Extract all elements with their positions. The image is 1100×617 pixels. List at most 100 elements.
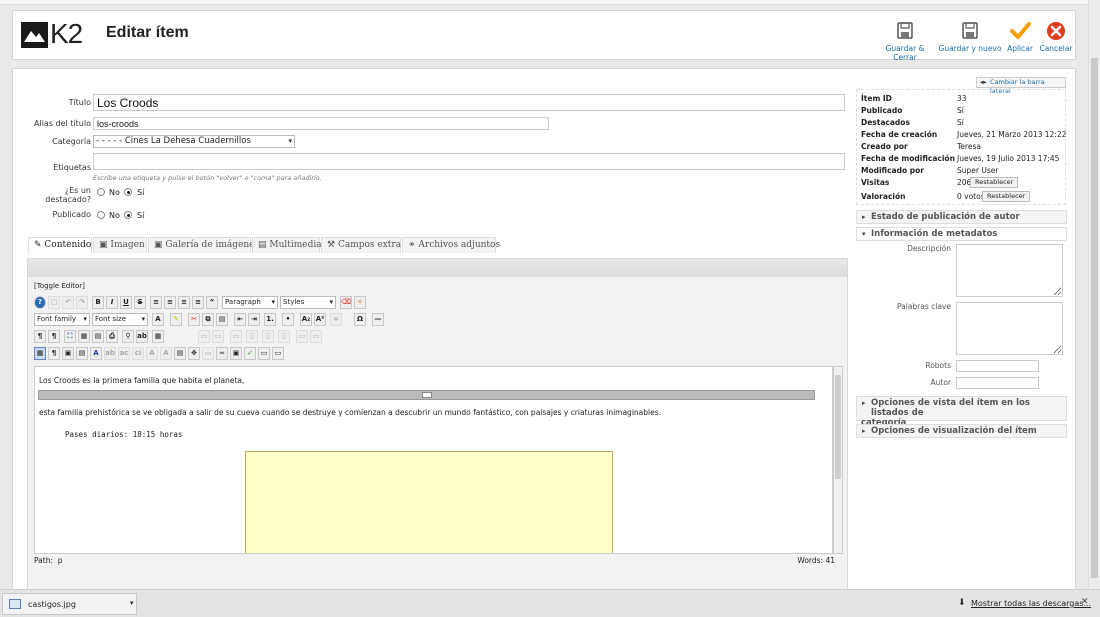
page-scrollbar[interactable] xyxy=(1088,0,1100,590)
show-all-downloads-link[interactable]: Mostrar todas las descargas... xyxy=(971,599,1091,608)
accordion-metadata[interactable]: ▾ Información de metadatos xyxy=(856,227,1067,241)
article-icon[interactable]: ▭ xyxy=(272,347,284,360)
align-left-icon[interactable]: ≡ xyxy=(150,296,162,309)
undo-icon[interactable]: ↶ xyxy=(62,296,74,309)
table-icon[interactable]: ▦ xyxy=(152,330,164,343)
print-icon[interactable]: ⎙ xyxy=(106,330,118,343)
special-char-icon[interactable]: Ω xyxy=(354,313,366,326)
acronym-icon[interactable]: ac xyxy=(118,347,130,360)
toggle-sidebar-button[interactable]: ◂▸ Cambiar la barra lateral xyxy=(976,77,1066,95)
visual-aid-icon[interactable]: ▦ xyxy=(34,347,46,360)
strikethrough-icon[interactable]: S xyxy=(134,296,146,309)
font-style-icon[interactable]: A xyxy=(90,347,102,360)
align-right-icon[interactable]: ≡ xyxy=(178,296,190,309)
published-no-radio[interactable] xyxy=(97,211,105,219)
tab-contenido[interactable]: ✎ Contenido xyxy=(28,237,92,253)
italic-icon[interactable]: I xyxy=(106,296,118,309)
tags-input[interactable] xyxy=(93,153,845,170)
cut-icon[interactable]: ✂ xyxy=(188,313,200,326)
pilcrow-icon[interactable]: ¶ xyxy=(48,347,60,360)
reset-rating-button[interactable]: Restablecer xyxy=(982,191,1031,202)
link-icon[interactable]: ∞ xyxy=(330,313,342,326)
meta-author-input[interactable] xyxy=(956,377,1039,389)
text-color-icon[interactable]: A xyxy=(152,313,164,326)
cite-icon[interactable]: ci xyxy=(132,347,144,360)
meta-robots-input[interactable] xyxy=(956,360,1039,372)
replace-icon[interactable]: ab xyxy=(136,330,148,343)
accordion-author-status[interactable]: ▸ Estado de publicación de autor xyxy=(856,210,1067,224)
tab-campos-extra[interactable]: ⚒ Campos extra xyxy=(321,237,401,253)
tab-imagen[interactable]: ▣ Imagen xyxy=(93,237,147,253)
del-icon[interactable]: A xyxy=(146,347,158,360)
layer-icon[interactable]: ✥ xyxy=(188,347,200,360)
table-col-delete-icon[interactable]: ▯ xyxy=(278,330,290,343)
spellcheck-icon[interactable]: ✓ xyxy=(244,347,256,360)
help-icon[interactable]: ? xyxy=(34,296,46,309)
ltr-icon[interactable]: ¶ xyxy=(34,330,46,343)
embedded-content-box[interactable] xyxy=(245,451,613,553)
rtl-icon[interactable]: ¶ xyxy=(48,330,60,343)
tab-galeria[interactable]: ▣ Galería de imágenes xyxy=(148,237,259,253)
image-manager-icon[interactable]: ▣ xyxy=(230,347,242,360)
ins-icon[interactable]: A xyxy=(160,347,172,360)
new-document-icon[interactable]: □ xyxy=(48,296,60,309)
eraser-icon[interactable]: ⌫ xyxy=(340,296,352,309)
template-icon[interactable]: ▤ xyxy=(92,330,104,343)
superscript-icon[interactable]: A² xyxy=(314,313,326,326)
absolute-icon[interactable]: ▭ xyxy=(202,347,214,360)
editor-content-area[interactable]: Los Croods es la primera familia que hab… xyxy=(34,366,833,554)
pagebreak-icon[interactable]: ▭ xyxy=(258,347,270,360)
subscript-icon[interactable]: A₂ xyxy=(300,313,312,326)
table-row-delete-icon[interactable]: ▭ xyxy=(230,330,242,343)
font-family-select[interactable]: Font family xyxy=(34,313,90,326)
table-merge-icon[interactable]: ▭ xyxy=(296,330,308,343)
paste-icon[interactable]: ▤ xyxy=(216,313,228,326)
align-justify-icon[interactable]: ≡ xyxy=(192,296,204,309)
indent-icon[interactable]: ⇥ xyxy=(248,313,260,326)
title-input[interactable] xyxy=(93,94,845,111)
outdent-icon[interactable]: ⇤ xyxy=(234,313,246,326)
download-item[interactable]: castigos.jpg ▾ xyxy=(2,593,137,615)
table-col-after-icon[interactable]: ▯ xyxy=(262,330,274,343)
featured-no-radio[interactable] xyxy=(97,188,105,196)
table-col-before-icon[interactable]: ▯ xyxy=(246,330,258,343)
media-icon[interactable]: ▦ xyxy=(78,330,90,343)
table-row-icon[interactable]: ▭ xyxy=(198,330,210,343)
editor-scrollbar[interactable] xyxy=(833,366,843,554)
fullscreen-icon[interactable]: ⛶ xyxy=(64,330,76,343)
search-icon[interactable]: ⚲ xyxy=(122,330,134,343)
blockquote-icon[interactable]: “ xyxy=(206,296,218,309)
format-select[interactable]: Paragraph xyxy=(222,296,278,309)
alias-input[interactable] xyxy=(93,117,549,130)
save-close-button[interactable]: Guardar & Cerrar xyxy=(873,21,937,62)
table-row-after-icon[interactable]: ▭ xyxy=(212,330,224,343)
font-size-select[interactable]: Font size xyxy=(92,313,148,326)
featured-yes-radio[interactable] xyxy=(124,188,132,196)
chevron-down-icon[interactable]: ▾ xyxy=(130,599,134,607)
reset-hits-button[interactable]: Restablecer xyxy=(970,177,1019,188)
category-select[interactable]: - - - - - Cines La Dehesa Cuadernillos xyxy=(93,135,295,148)
bold-icon[interactable]: B xyxy=(92,296,104,309)
tab-multimedia[interactable]: ▤ Multimedia xyxy=(252,237,322,253)
image-insert-icon[interactable]: ▣ xyxy=(62,347,74,360)
horizontal-rule-icon[interactable]: — xyxy=(372,313,384,326)
published-yes-radio[interactable] xyxy=(124,211,132,219)
align-center-icon[interactable]: ≡ xyxy=(164,296,176,309)
embed-icon[interactable]: ▤ xyxy=(76,347,88,360)
redo-icon[interactable]: ↷ xyxy=(76,296,88,309)
bullet-list-icon[interactable]: • xyxy=(282,313,294,326)
ordered-list-icon[interactable]: 1. xyxy=(264,313,276,326)
copy-icon[interactable]: ⧉ xyxy=(202,313,214,326)
close-icon[interactable]: ✕ xyxy=(1081,597,1089,607)
highlight-icon[interactable]: ✎ xyxy=(170,313,182,326)
styles-select[interactable]: Styles xyxy=(280,296,336,309)
tab-archivos-adjuntos[interactable]: ⚭ Archivos adjuntos xyxy=(402,237,500,253)
underline-icon[interactable]: U xyxy=(120,296,132,309)
accordion-item-view-options[interactable]: ▸ Opciones de visualización del ítem xyxy=(856,424,1067,438)
abbr-icon[interactable]: ab xyxy=(104,347,116,360)
meta-keywords-textarea[interactable] xyxy=(956,302,1063,355)
toggle-editor-link[interactable]: [Toggle Editor] xyxy=(34,282,85,290)
meta-description-textarea[interactable] xyxy=(956,244,1063,297)
accordion-category-view-options[interactable]: ▸ Opciones de vista del ítem en los lista… xyxy=(856,396,1067,428)
clean-icon[interactable]: ✧ xyxy=(354,296,366,309)
